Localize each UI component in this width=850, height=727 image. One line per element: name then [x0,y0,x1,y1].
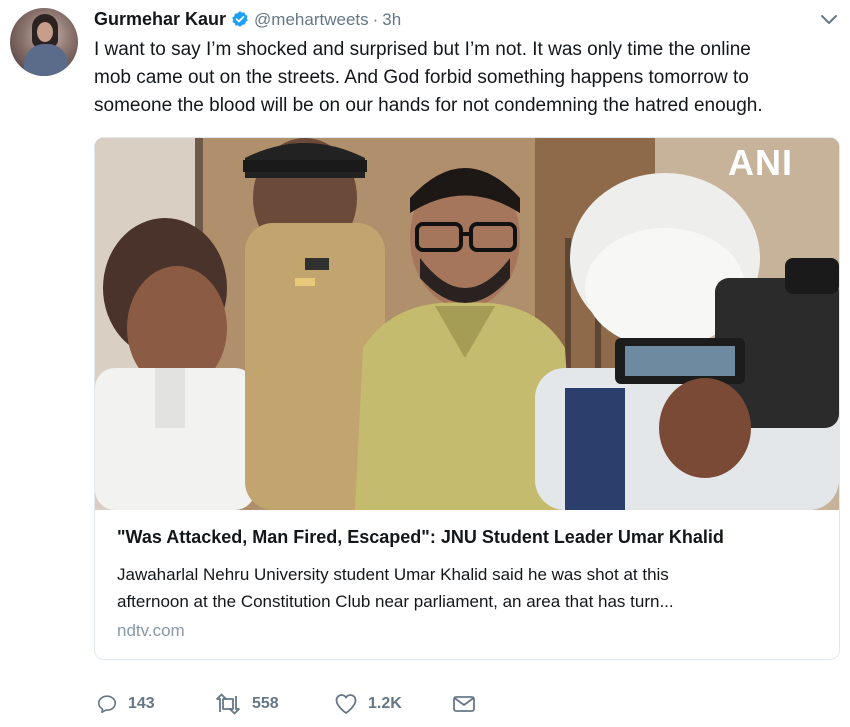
card-description-line: Jawaharlal Nehru University student Umar… [117,565,669,584]
timestamp[interactable]: 3h [382,10,401,30]
avatar-body [24,44,68,76]
image-watermark: ANI [728,142,793,183]
retweet-icon [214,693,242,715]
card-description: Jawaharlal Nehru University student Umar… [117,561,827,615]
card-domain: ndtv.com [117,621,185,640]
card-description-line: afternoon at the Constitution Club near … [117,592,674,611]
reply-button[interactable]: 143 [96,690,155,718]
author-handle[interactable]: @mehartweets [254,10,369,30]
tweet-text-line: someone the blood will be on our hands f… [94,95,763,116]
card-image-illustration [95,138,839,510]
reply-count: 143 [128,695,155,712]
tweet-text-line: mob came out on the streets. And God for… [94,67,749,88]
author-name[interactable]: Gurmehar Kaur [94,9,226,30]
tweet-header: Gurmehar Kaur @mehartweets · 3h [94,7,401,31]
avatar-face [37,22,53,42]
card-image[interactable]: ANI [95,138,839,510]
verified-badge-icon [231,10,249,28]
retweet-button[interactable]: 558 [214,690,279,718]
card-body[interactable]: "Was Attacked, Man Fired, Escaped": JNU … [95,510,839,659]
link-card[interactable]: ANI "Was Attacked, Man Fired, Escaped": … [94,137,840,660]
card-title[interactable]: "Was Attacked, Man Fired, Escaped": JNU … [117,527,724,548]
retweet-count: 558 [252,695,279,712]
separator-dot: · [372,10,379,29]
tweet[interactable]: Gurmehar Kaur @mehartweets · 3h I want t… [0,0,850,727]
like-count: 1.2K [368,695,402,712]
chevron-down-icon[interactable] [818,10,840,28]
envelope-icon [452,694,476,714]
tweet-text-line: I want to say I’m shocked and surprised … [94,39,751,60]
direct-message-button[interactable] [452,690,476,718]
like-button[interactable]: 1.2K [334,690,402,718]
reply-icon [96,693,118,715]
heart-icon [334,693,358,715]
tweet-text: I want to say I’m shocked and surprised … [94,36,844,120]
avatar[interactable] [10,8,78,76]
